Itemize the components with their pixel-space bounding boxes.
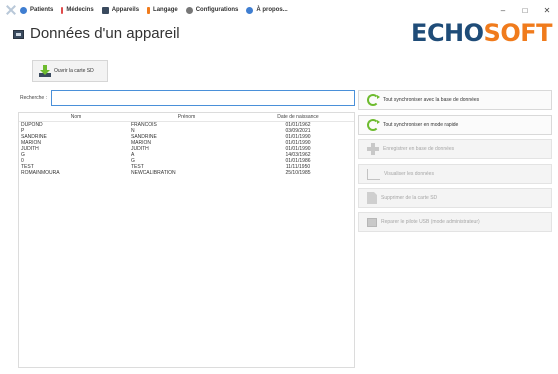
maximize-button[interactable]: □ <box>514 0 536 20</box>
menu-bar: Patients Médecins Appareils Langage Conf… <box>0 0 558 20</box>
close-button[interactable]: ✕ <box>536 0 558 20</box>
info-icon <box>246 6 254 14</box>
plus-icon <box>367 143 379 155</box>
save-to-database-button[interactable]: Enregistrer en base de données <box>358 139 552 159</box>
sync-all-database-button[interactable]: Tout synchroniser avec la base de donnée… <box>358 90 552 110</box>
patients-table: Nom Prénom Date de naissance DUPOND FRAN… <box>18 112 355 368</box>
column-header-date-naissance[interactable]: Date de naissance <box>242 113 354 121</box>
menu-langage-label: Langage <box>153 7 178 13</box>
search-input[interactable] <box>51 90 355 106</box>
sync-fast-mode-label: Tout synchroniser en mode rapide <box>383 122 459 128</box>
cell-nom: ROMAINMOURA <box>21 170 60 176</box>
download-icon <box>39 65 51 77</box>
open-sd-card-label: Ouvrir la carte SD <box>54 68 94 74</box>
usb-icon <box>367 217 377 227</box>
app-icon <box>6 5 16 15</box>
logo-soft: SOFT <box>483 19 553 47</box>
delete-from-sd-button[interactable]: Supprimer de la carte SD <box>358 188 552 208</box>
cell-date: 25/10/1985 <box>285 170 311 176</box>
menu-langage[interactable]: Langage <box>147 6 178 14</box>
patients-icon <box>20 6 27 14</box>
sync-icon <box>367 94 380 106</box>
gear-icon <box>185 6 193 14</box>
sync-fast-icon <box>367 119 380 131</box>
sync-fast-mode-button[interactable]: Tout synchroniser en mode rapide <box>358 115 552 135</box>
repair-usb-driver-label: Reparer le pilote USB (mode administrate… <box>381 219 480 225</box>
page-header: Données d'un appareil ECHOSOFT <box>0 19 558 54</box>
view-data-button[interactable]: Visualiser les données <box>358 164 552 184</box>
menu-medecins-label: Médecins <box>66 7 94 13</box>
minimize-button[interactable]: – <box>492 0 514 20</box>
echosoft-logo: ECHOSOFT <box>411 19 552 47</box>
menu-patients-label: Patients <box>30 7 54 13</box>
save-to-database-label: Enregistrer en base de données <box>383 146 455 152</box>
menu-patients[interactable]: Patients <box>20 6 54 14</box>
repair-usb-driver-button[interactable]: Reparer le pilote USB (mode administrate… <box>358 212 552 232</box>
delete-from-sd-label: Supprimer de la carte SD <box>381 195 438 201</box>
sync-all-database-label: Tout synchroniser avec la base de donnée… <box>383 97 480 103</box>
page-title: Données d'un appareil <box>30 25 180 42</box>
window-controls: – □ ✕ <box>492 0 558 20</box>
menu-appareils[interactable]: Appareils <box>101 6 140 14</box>
menu-a-propos-label: À propos... <box>256 7 288 13</box>
table-header: Nom Prénom Date de naissance <box>19 113 354 122</box>
menu-configurations-label: Configurations <box>195 7 239 13</box>
menu-configurations[interactable]: Configurations <box>185 6 239 14</box>
doctor-icon <box>61 6 64 14</box>
search-label: Recherche : <box>20 95 47 101</box>
cell-prenom: NEWCALIBRATION <box>131 170 176 176</box>
menu-medecins[interactable]: Médecins <box>61 6 94 14</box>
view-data-label: Visualiser les données <box>384 171 434 177</box>
menu-appareils-label: Appareils <box>111 7 140 13</box>
device-icon <box>13 30 24 39</box>
column-header-prenom[interactable]: Prénom <box>131 113 242 121</box>
chart-icon <box>367 168 380 180</box>
logo-echo: ECHO <box>411 19 484 47</box>
language-icon <box>147 6 151 14</box>
menu-a-propos[interactable]: À propos... <box>246 6 288 14</box>
table-row[interactable]: ROMAINMOURA NEWCALIBRATION 25/10/1985 <box>19 170 354 176</box>
sd-card-icon <box>367 192 377 204</box>
column-header-nom[interactable]: Nom <box>19 113 131 121</box>
open-sd-card-button[interactable]: Ouvrir la carte SD <box>32 60 108 82</box>
device-icon <box>101 6 109 14</box>
